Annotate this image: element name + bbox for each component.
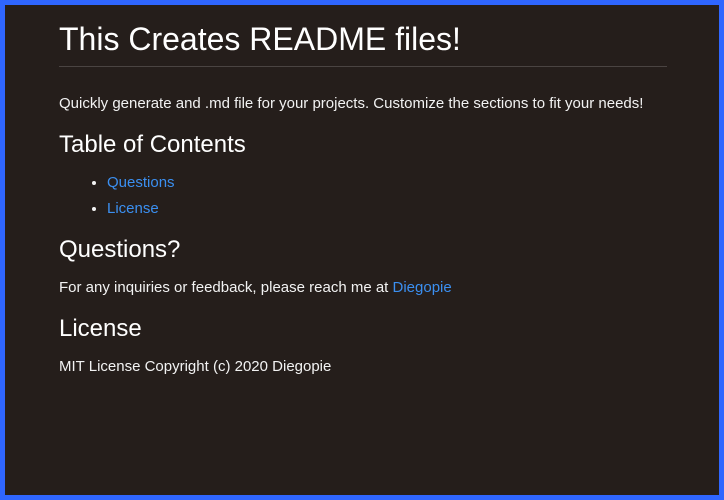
contact-link[interactable]: Diegopie [393,279,452,296]
readme-content: This Creates README files! Quickly gener… [59,5,667,380]
intro-paragraph: Quickly generate and .md file for your p… [59,95,644,113]
license-heading: License [59,314,142,342]
title-divider [59,66,667,68]
questions-heading: Questions? [59,236,181,264]
toc-item-questions: Questions [107,170,667,196]
toc-link-questions[interactable]: Questions [107,174,175,191]
toc-item-license: License [107,196,667,222]
questions-text: For any inquiries or feedback, please re… [59,278,393,296]
license-text: MIT License Copyright (c) 2020 Diegopie [59,357,332,375]
toc-list: Questions License [59,170,667,222]
questions-paragraph: For any inquiries or feedback, please re… [59,275,667,301]
page-title: This Creates README files! [59,21,461,57]
toc-link-license[interactable]: License [107,200,159,217]
toc-heading: Table of Contents [59,131,246,159]
